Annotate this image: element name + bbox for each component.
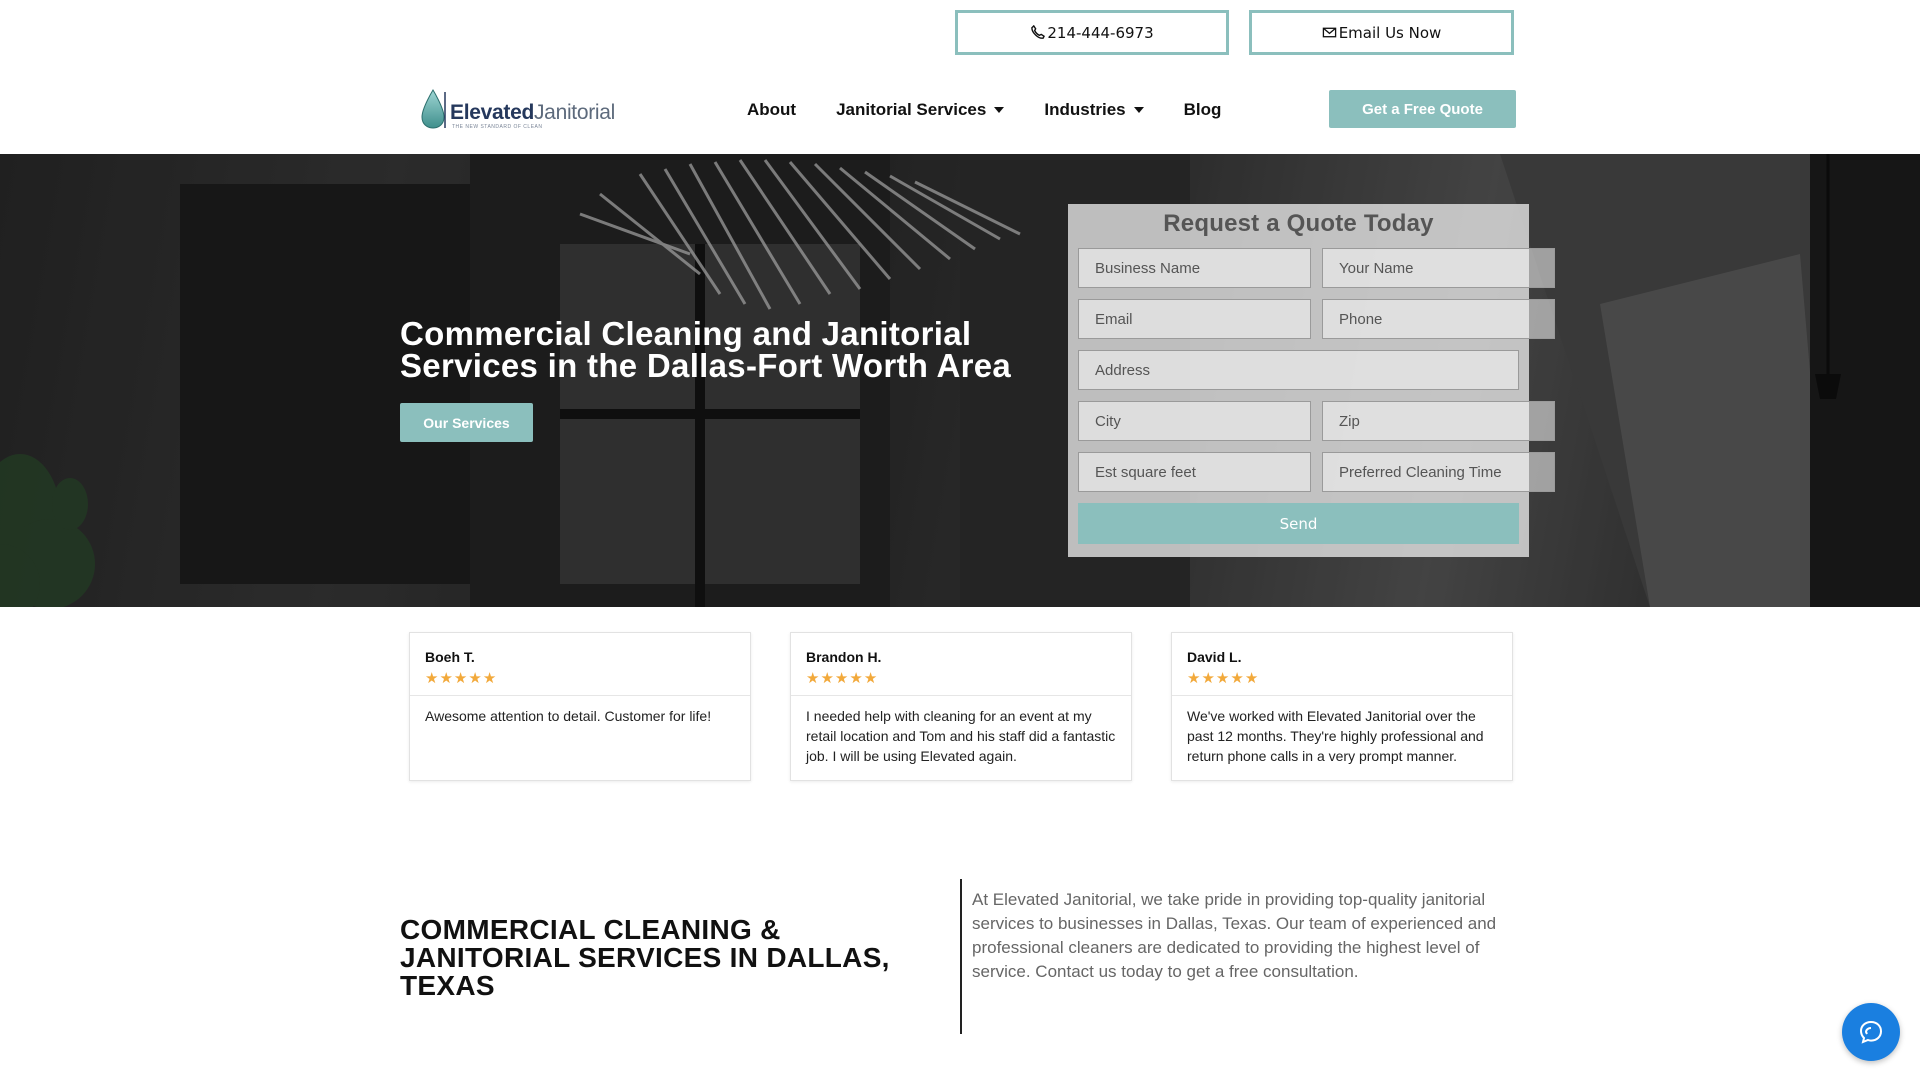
form-row xyxy=(1078,248,1555,288)
water-drop-icon xyxy=(421,89,446,129)
logo-wordmark: ElevatedJanitorial xyxy=(450,101,616,124)
email-label: Email Us Now xyxy=(1338,23,1442,42)
get-free-quote-button[interactable]: Get a Free Quote xyxy=(1329,90,1516,128)
hero-section: Commercial Cleaning and Janitorial Servi… xyxy=(0,154,1920,607)
review-header: David L. ★ ★ ★ ★ ★ xyxy=(1172,633,1512,696)
star-icon: ★ xyxy=(1187,670,1201,687)
business-name-input[interactable] xyxy=(1078,248,1311,288)
star-icon: ★ xyxy=(425,670,439,687)
nav-label: About xyxy=(747,100,797,119)
star-icon: ★ xyxy=(1230,670,1244,687)
top-contact-bar: 214-444-6973 Email Us Now xyxy=(955,10,1514,55)
nav-item-blog[interactable]: Blog xyxy=(1184,100,1222,120)
nav-label: Janitorial Services xyxy=(836,100,987,119)
star-icon: ★ xyxy=(834,670,849,687)
star-icon: ★ xyxy=(468,670,482,687)
nav-item-janitorial-services[interactable]: Janitorial Services xyxy=(836,100,1005,120)
chat-icon xyxy=(1859,1020,1883,1044)
review-card: Boeh T. ★ ★ ★ ★ ★ Awesome attention to detai… xyxy=(409,632,751,781)
reviewer-name: David L. xyxy=(1187,649,1242,665)
review-text: Awesome attention to detail. Customer fo… xyxy=(425,708,712,724)
nav-item-about[interactable]: About xyxy=(747,100,796,120)
reviewer-name: Brandon H. xyxy=(806,649,882,665)
phone-button[interactable]: 214-444-6973 xyxy=(955,10,1229,55)
cleaning-time-input[interactable] xyxy=(1322,452,1555,492)
quote-request-form: Request a Quote Today Send xyxy=(1068,204,1555,557)
logo-tagline: THE NEW STANDARD OF CLEAN xyxy=(452,124,543,130)
star-icon: ★ xyxy=(439,670,453,687)
form-row xyxy=(1078,350,1519,390)
form-title: Request a Quote Today xyxy=(1163,210,1434,237)
send-button[interactable]: Send xyxy=(1078,503,1519,544)
star-icon: ★ xyxy=(1244,670,1259,687)
site-header: ElevatedJanitorial THE NEW STANDARD OF C… xyxy=(0,78,1920,154)
caret-down-icon xyxy=(994,107,1005,113)
chat-launcher-button[interactable] xyxy=(1842,1003,1900,1061)
hero-title: Commercial Cleaning and Janitorial Servi… xyxy=(400,315,1012,384)
email-button[interactable]: Email Us Now xyxy=(1249,10,1514,55)
envelope-icon xyxy=(1322,27,1336,38)
reviews-row: Boeh T. ★ ★ ★ ★ ★ Awesome attention to detai… xyxy=(409,632,1513,781)
address-input[interactable] xyxy=(1078,350,1519,390)
star-icon: ★ xyxy=(1215,670,1230,687)
city-input[interactable] xyxy=(1078,401,1311,441)
section-description: At Elevated Janitorial, we take pride in… xyxy=(972,890,1497,981)
phone-input[interactable] xyxy=(1322,299,1555,339)
star-icon: ★ xyxy=(453,670,468,687)
star-icon: ★ xyxy=(1201,670,1215,687)
review-header: Boeh T. ★ ★ ★ ★ ★ xyxy=(410,633,750,696)
review-header: Brandon H. ★ ★ ★ ★ ★ xyxy=(791,633,1131,696)
star-icon: ★ xyxy=(806,670,820,687)
star-icon: ★ xyxy=(820,670,834,687)
star-icon: ★ xyxy=(863,670,878,687)
main-nav: About Janitorial Services Industries Blo… xyxy=(747,100,1221,120)
review-text: We've worked with Elevated Janitorial ov… xyxy=(1187,708,1484,764)
star-rating: ★ ★ ★ ★ ★ xyxy=(425,671,735,686)
your-name-input[interactable] xyxy=(1322,248,1555,288)
reviewer-name: Boeh T. xyxy=(425,649,475,665)
phone-icon xyxy=(1031,25,1046,39)
star-rating: ★ ★ ★ ★ ★ xyxy=(806,671,1116,686)
form-row xyxy=(1078,401,1555,441)
nav-item-industries[interactable]: Industries xyxy=(1044,100,1144,120)
star-rating: ★ ★ ★ ★ ★ xyxy=(1187,671,1497,686)
phone-label: 214-444-6973 xyxy=(1047,23,1154,42)
square-feet-input[interactable] xyxy=(1078,452,1311,492)
nav-label: Industries xyxy=(1044,100,1126,119)
form-row xyxy=(1078,299,1555,339)
zip-input[interactable] xyxy=(1322,401,1555,441)
form-row xyxy=(1078,452,1555,492)
email-input[interactable] xyxy=(1078,299,1311,339)
section-title: COMMERCIAL CLEANING & JANITORIAL SERVICE… xyxy=(400,914,890,1001)
caret-down-icon xyxy=(1133,107,1144,113)
star-icon: ★ xyxy=(482,670,497,687)
site-logo[interactable]: ElevatedJanitorial THE NEW STANDARD OF C… xyxy=(420,88,615,130)
logo-text: ElevatedJanitorial THE NEW STANDARD OF C… xyxy=(450,101,616,131)
our-services-button[interactable]: Our Services xyxy=(400,403,533,442)
review-text: I needed help with cleaning for an event… xyxy=(806,708,1116,764)
vertical-divider xyxy=(960,879,962,1034)
review-card: David L. ★ ★ ★ ★ ★ We've worked with Elevate… xyxy=(1171,632,1513,781)
review-card: Brandon H. ★ ★ ★ ★ ★ I needed help with clea… xyxy=(790,632,1132,781)
star-icon: ★ xyxy=(849,670,863,687)
nav-label: Blog xyxy=(1183,100,1222,119)
